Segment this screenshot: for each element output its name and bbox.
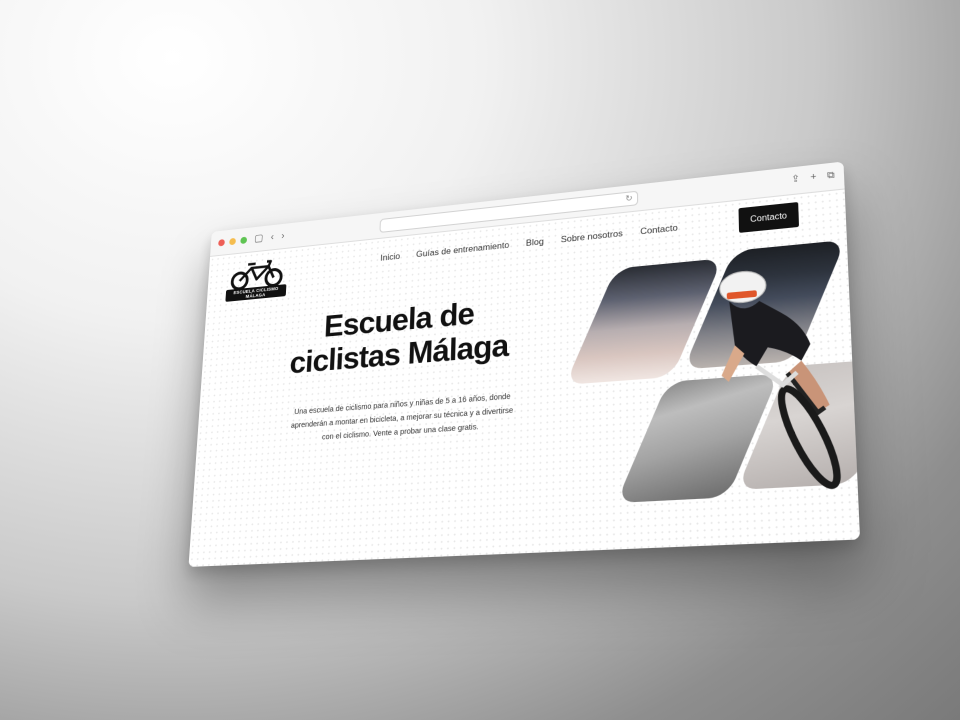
close-window-button[interactable] [218, 239, 225, 247]
browser-window: ▢ ‹ › ↻ ⇪ + ⧉ ESCUELA CICLISMO MÁLAGA In… [188, 161, 861, 567]
nav-item-blog[interactable]: Blog [526, 236, 544, 248]
nav-item-guias[interactable]: Guías de entrenamiento [416, 239, 509, 259]
sidebar-icon[interactable]: ▢ [254, 232, 263, 244]
nav-item-sobre-nosotros[interactable]: Sobre nosotros [561, 228, 623, 245]
reload-icon[interactable]: ↻ [625, 193, 632, 203]
nav-item-contacto[interactable]: Contacto [640, 222, 678, 236]
hero-title: Escuela de ciclistas Málaga [277, 292, 522, 381]
hero-image-collage [563, 234, 861, 512]
contact-button[interactable]: Contacto [738, 202, 800, 233]
mockup-stage: ▢ ‹ › ↻ ⇪ + ⧉ ESCUELA CICLISMO MÁLAGA In… [0, 0, 960, 720]
forward-icon[interactable]: › [281, 230, 285, 241]
minimize-window-button[interactable] [229, 237, 237, 246]
share-icon[interactable]: ⇪ [791, 173, 800, 186]
site-logo[interactable]: ESCUELA CICLISMO MÁLAGA [225, 256, 288, 302]
back-icon[interactable]: ‹ [270, 231, 274, 242]
toolbar-actions: ⇪ + ⧉ [791, 169, 835, 186]
new-tab-icon[interactable]: + [810, 171, 817, 183]
hero-description: Una escuela de ciclismo para niños y niñ… [290, 391, 514, 442]
cyclist-image [674, 233, 858, 507]
tabs-overview-icon[interactable]: ⧉ [827, 169, 835, 182]
maximize-window-button[interactable] [240, 236, 248, 245]
window-controls [218, 236, 248, 247]
nav-item-inicio[interactable]: Inicio [380, 251, 400, 263]
